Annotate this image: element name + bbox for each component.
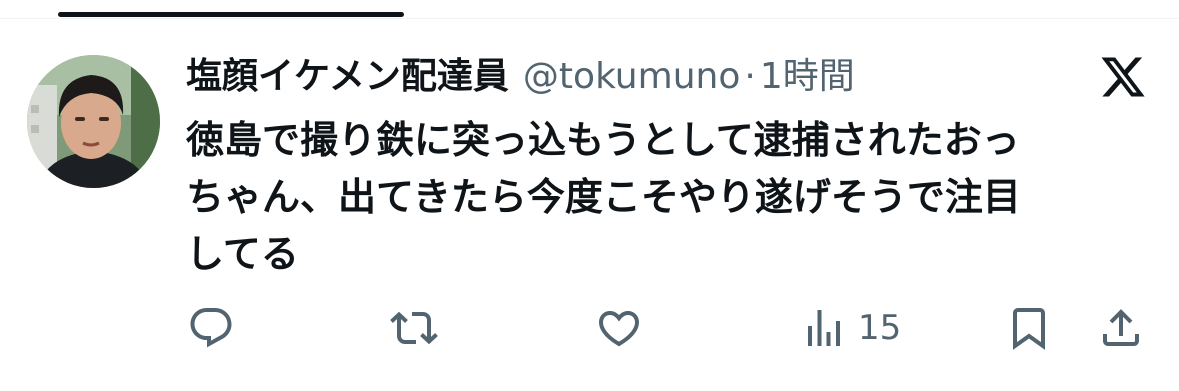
like-icon bbox=[595, 304, 643, 352]
tab-divider bbox=[0, 18, 1179, 19]
tab-indicator bbox=[58, 12, 404, 17]
action-bar: 15 bbox=[0, 303, 1179, 353]
share-button[interactable] bbox=[1097, 303, 1145, 353]
display-name[interactable]: 塩顔イケメン配達員 bbox=[186, 52, 509, 102]
x-logo-icon bbox=[1099, 53, 1147, 101]
views-button[interactable]: 15 bbox=[800, 303, 901, 353]
share-icon bbox=[1097, 304, 1145, 352]
repost-button[interactable] bbox=[388, 303, 440, 353]
bookmark-icon bbox=[1005, 304, 1053, 352]
avatar-photo bbox=[27, 55, 160, 188]
reply-icon bbox=[187, 304, 235, 352]
post-time[interactable]: 1時間 bbox=[760, 52, 855, 102]
repost-icon bbox=[388, 304, 440, 352]
tweet-text: 徳島で撮り鉄に突っ込もうとして逮捕されたおっ ちゃん、出てきたら今度こそやり遂げ… bbox=[186, 118, 1021, 276]
views-count: 15 bbox=[858, 308, 902, 348]
tweet-header: 塩顔イケメン配達員 @tokumuno · 1時間 bbox=[186, 52, 855, 102]
avatar[interactable] bbox=[27, 55, 160, 188]
views-icon bbox=[800, 304, 848, 352]
separator-dot: · bbox=[744, 56, 756, 97]
like-button[interactable] bbox=[595, 303, 643, 353]
bookmark-button[interactable] bbox=[1005, 303, 1053, 353]
user-handle[interactable]: @tokumuno bbox=[523, 52, 740, 102]
reply-button[interactable] bbox=[187, 303, 235, 353]
